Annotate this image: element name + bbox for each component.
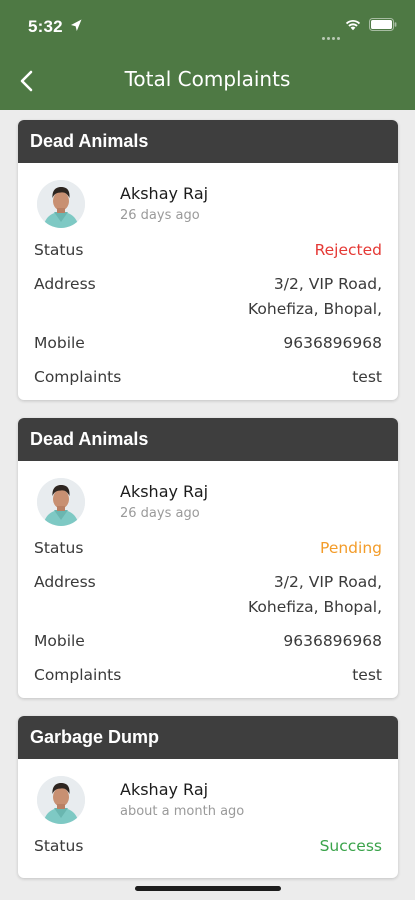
status-value: Rejected <box>314 241 382 259</box>
app-header: 5:32 Total Complaints <box>0 0 415 110</box>
complaints-list[interactable]: Dead Animals Akshay Raj 26 days ago Stat… <box>18 120 398 896</box>
mobile-label: Mobile <box>34 632 85 650</box>
complaints-value: test <box>352 368 382 386</box>
avatar <box>37 776 85 824</box>
user-row: Akshay Raj 26 days ago <box>34 476 382 536</box>
complaints-field: Complaints test <box>34 663 382 688</box>
complaint-body: Akshay Raj about a month ago Status Succ… <box>18 759 398 878</box>
status-bar: 5:32 <box>0 0 415 54</box>
signal-dots-icon <box>322 25 342 44</box>
status-field: Status Rejected <box>34 238 382 263</box>
complaints-label: Complaints <box>34 368 122 386</box>
address-line-1: 3/2, VIP Road, <box>273 275 382 293</box>
mobile-label: Mobile <box>34 334 85 352</box>
wifi-icon <box>345 19 361 31</box>
complaint-body: Akshay Raj 26 days ago Status Rejected A… <box>18 163 398 400</box>
mobile-field: Mobile 9636896968 <box>34 629 382 654</box>
status-label: Status <box>34 837 84 855</box>
time-ago: 26 days ago <box>120 506 200 521</box>
status-time: 5:32 <box>28 17 63 36</box>
user-name: Akshay Raj <box>120 780 209 799</box>
status-value: Success <box>319 837 382 855</box>
status-field: Status Success <box>34 834 382 859</box>
location-arrow-icon <box>71 19 82 31</box>
complaint-card[interactable]: Dead Animals Akshay Raj 26 days ago Stat… <box>18 120 398 400</box>
complaint-card[interactable]: Dead Animals Akshay Raj 26 days ago Stat… <box>18 418 398 698</box>
status-field: Status Pending <box>34 536 382 561</box>
complaints-label: Complaints <box>34 666 122 684</box>
complaint-category: Dead Animals <box>18 418 398 461</box>
address-line-1: 3/2, VIP Road, <box>273 573 382 591</box>
home-indicator[interactable] <box>135 886 281 891</box>
time-ago: about a month ago <box>120 804 245 819</box>
avatar <box>37 180 85 228</box>
complaint-body: Akshay Raj 26 days ago Status Pending Ad… <box>18 461 398 698</box>
battery-icon <box>369 18 397 31</box>
complaint-category: Dead Animals <box>18 120 398 163</box>
address-value: 3/2, VIP Road, Kohefiza, Bhopal, <box>248 272 382 322</box>
status-label: Status <box>34 241 84 259</box>
user-row: Akshay Raj 26 days ago <box>34 178 382 238</box>
address-value: 3/2, VIP Road, Kohefiza, Bhopal, <box>248 570 382 620</box>
nav-bar: Total Complaints <box>0 54 415 110</box>
time-ago: 26 days ago <box>120 208 200 223</box>
user-name: Akshay Raj <box>120 184 209 203</box>
address-field: Address 3/2, VIP Road, Kohefiza, Bhopal, <box>34 272 382 322</box>
mobile-value: 9636896968 <box>283 632 382 650</box>
address-line-2: Kohefiza, Bhopal, <box>248 598 382 616</box>
complaints-field: Complaints test <box>34 365 382 390</box>
status-value: Pending <box>320 539 382 557</box>
user-row: Akshay Raj about a month ago <box>34 774 382 834</box>
complaint-card[interactable]: Garbage Dump Akshay Raj about a month ag… <box>18 716 398 878</box>
address-field: Address 3/2, VIP Road, Kohefiza, Bhopal, <box>34 570 382 620</box>
user-name: Akshay Raj <box>120 482 209 501</box>
complaint-category: Garbage Dump <box>18 716 398 759</box>
mobile-field: Mobile 9636896968 <box>34 331 382 356</box>
address-label: Address <box>34 573 96 591</box>
address-label: Address <box>34 275 96 293</box>
avatar <box>37 478 85 526</box>
status-label: Status <box>34 539 84 557</box>
complaints-value: test <box>352 666 382 684</box>
page-title: Total Complaints <box>124 67 291 91</box>
mobile-value: 9636896968 <box>283 334 382 352</box>
address-line-2: Kohefiza, Bhopal, <box>248 300 382 318</box>
